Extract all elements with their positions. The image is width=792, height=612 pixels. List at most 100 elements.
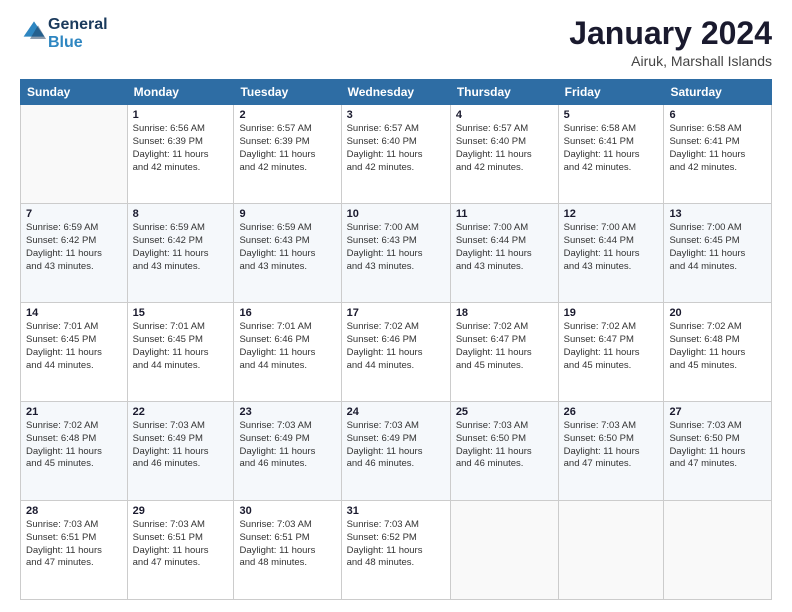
day-number: 15 [133,307,229,319]
day-cell: 12 Sunrise: 7:00 AMSunset: 6:44 PMDayligh… [558,204,664,303]
week-row-0: 1 Sunrise: 6:56 AMSunset: 6:39 PMDaylight… [21,105,772,204]
day-number: 30 [239,505,335,517]
day-cell [21,105,128,204]
day-detail: Sunrise: 6:57 AMSunset: 6:40 PMDaylight:… [456,123,553,174]
day-cell: 13 Sunrise: 7:00 AMSunset: 6:45 PMDayligh… [664,204,772,303]
day-number: 28 [26,505,122,517]
day-cell: 17Sunrise: 7:02 AMSunset: 6:46 PMDayligh… [341,303,450,402]
day-cell: 29Sunrise: 7:03 AMSunset: 6:51 PMDayligh… [127,501,234,600]
day-cell: 24 Sunrise: 7:03 AMSunset: 6:49 PMDayligh… [341,402,450,501]
day-cell: 2 Sunrise: 6:57 AMSunset: 6:39 PMDaylight… [234,105,341,204]
month-title: January 2024 [569,16,772,51]
calendar-body: 1 Sunrise: 6:56 AMSunset: 6:39 PMDaylight… [21,105,772,600]
day-detail: Sunrise: 7:01 AMSunset: 6:45 PMDaylight:… [26,321,122,372]
day-number: 25 [456,406,553,418]
day-number: 11 [456,208,553,220]
day-cell [558,501,664,600]
day-cell: 20Sunrise: 7:02 AMSunset: 6:48 PMDayligh… [664,303,772,402]
column-header-wednesday: Wednesday [341,80,450,105]
day-detail: Sunrise: 7:03 AMSunset: 6:49 PMDaylight:… [347,420,445,471]
day-detail: Sunrise: 6:58 AMSunset: 6:41 PMDaylight:… [669,123,766,174]
day-cell: 10 Sunrise: 7:00 AMSunset: 6:43 PMDayligh… [341,204,450,303]
day-number: 26 [564,406,659,418]
day-cell: 15Sunrise: 7:01 AMSunset: 6:45 PMDayligh… [127,303,234,402]
day-number: 23 [239,406,335,418]
column-header-thursday: Thursday [450,80,558,105]
day-number: 27 [669,406,766,418]
day-number: 1 [133,109,229,121]
week-row-3: 21 Sunrise: 7:02 AMSunset: 6:48 PMDayligh… [21,402,772,501]
day-number: 13 [669,208,766,220]
day-cell: 18Sunrise: 7:02 AMSunset: 6:47 PMDayligh… [450,303,558,402]
week-row-2: 14 Sunrise: 7:01 AMSunset: 6:45 PMDayligh… [21,303,772,402]
day-cell: 1 Sunrise: 6:56 AMSunset: 6:39 PMDaylight… [127,105,234,204]
day-detail: Sunrise: 7:03 AMSunset: 6:49 PMDaylight:… [133,420,229,471]
day-cell: 28Sunrise: 7:03 AMSunset: 6:51 PMDayligh… [21,501,128,600]
day-number: 19 [564,307,659,319]
day-detail: Sunrise: 7:02 AMSunset: 6:48 PMDaylight:… [26,420,122,471]
day-detail: Sunrise: 7:00 AMSunset: 6:44 PMDaylight:… [564,222,659,273]
day-number: 8 [133,208,229,220]
day-detail: Sunrise: 7:03 AMSunset: 6:49 PMDaylight:… [239,420,335,471]
day-number: 16 [239,307,335,319]
day-detail: Sunrise: 6:57 AMSunset: 6:40 PMDaylight:… [347,123,445,174]
day-number: 22 [133,406,229,418]
day-detail: Sunrise: 7:03 AMSunset: 6:51 PMDaylight:… [239,519,335,570]
day-detail: Sunrise: 6:59 AMSunset: 6:43 PMDaylight:… [239,222,335,273]
header: General Blue January 2024 Airuk, Marshal… [20,16,772,69]
day-cell: 9Sunrise: 6:59 AMSunset: 6:43 PMDaylight… [234,204,341,303]
day-cell: 6 Sunrise: 6:58 AMSunset: 6:41 PMDaylight… [664,105,772,204]
day-detail: Sunrise: 7:03 AMSunset: 6:50 PMDaylight:… [564,420,659,471]
day-detail: Sunrise: 7:02 AMSunset: 6:47 PMDaylight:… [564,321,659,372]
day-number: 7 [26,208,122,220]
column-header-monday: Monday [127,80,234,105]
day-number: 6 [669,109,766,121]
day-cell: 27 Sunrise: 7:03 AMSunset: 6:50 PMDayligh… [664,402,772,501]
day-cell: 11Sunrise: 7:00 AMSunset: 6:44 PMDayligh… [450,204,558,303]
day-cell [450,501,558,600]
day-cell: 21 Sunrise: 7:02 AMSunset: 6:48 PMDayligh… [21,402,128,501]
day-cell: 4Sunrise: 6:57 AMSunset: 6:40 PMDaylight… [450,105,558,204]
day-detail: Sunrise: 6:58 AMSunset: 6:41 PMDaylight:… [564,123,659,174]
column-header-tuesday: Tuesday [234,80,341,105]
day-detail: Sunrise: 7:00 AMSunset: 6:45 PMDaylight:… [669,222,766,273]
day-cell: 8Sunrise: 6:59 AMSunset: 6:42 PMDaylight… [127,204,234,303]
day-number: 31 [347,505,445,517]
logo: General Blue [20,16,108,51]
day-cell: 23 Sunrise: 7:03 AMSunset: 6:49 PMDayligh… [234,402,341,501]
day-cell: 14 Sunrise: 7:01 AMSunset: 6:45 PMDayligh… [21,303,128,402]
calendar-header-row: SundayMondayTuesdayWednesdayThursdayFrid… [21,80,772,105]
day-number: 24 [347,406,445,418]
day-cell: 3 Sunrise: 6:57 AMSunset: 6:40 PMDaylight… [341,105,450,204]
week-row-1: 7 Sunrise: 6:59 AMSunset: 6:42 PMDaylight… [21,204,772,303]
day-detail: Sunrise: 7:03 AMSunset: 6:50 PMDaylight:… [669,420,766,471]
column-header-friday: Friday [558,80,664,105]
day-detail: Sunrise: 7:03 AMSunset: 6:52 PMDaylight:… [347,519,445,570]
day-detail: Sunrise: 6:57 AMSunset: 6:39 PMDaylight:… [239,123,335,174]
day-cell: 25 Sunrise: 7:03 AMSunset: 6:50 PMDayligh… [450,402,558,501]
day-cell: 19 Sunrise: 7:02 AMSunset: 6:47 PMDayligh… [558,303,664,402]
column-header-saturday: Saturday [664,80,772,105]
day-detail: Sunrise: 6:56 AMSunset: 6:39 PMDaylight:… [133,123,229,174]
week-row-4: 28 Sunrise: 7:03 AMSunset: 6:51 PMDayligh… [21,501,772,600]
day-detail: Sunrise: 6:59 AMSunset: 6:42 PMDaylight:… [26,222,122,273]
day-number: 29 [133,505,229,517]
day-number: 14 [26,307,122,319]
logo-icon [22,19,46,43]
day-number: 5 [564,109,659,121]
column-header-sunday: Sunday [21,80,128,105]
day-number: 2 [239,109,335,121]
day-cell: 7 Sunrise: 6:59 AMSunset: 6:42 PMDaylight… [21,204,128,303]
day-detail: Sunrise: 7:00 AMSunset: 6:43 PMDaylight:… [347,222,445,273]
day-number: 18 [456,307,553,319]
day-cell: 26 Sunrise: 7:03 AMSunset: 6:50 PMDayligh… [558,402,664,501]
day-number: 21 [26,406,122,418]
logo-line2: Blue [48,34,108,52]
day-number: 12 [564,208,659,220]
day-number: 10 [347,208,445,220]
day-number: 20 [669,307,766,319]
location: Airuk, Marshall Islands [569,53,772,69]
calendar-table: SundayMondayTuesdayWednesdayThursdayFrid… [20,79,772,600]
day-number: 3 [347,109,445,121]
day-detail: Sunrise: 7:03 AMSunset: 6:50 PMDaylight:… [456,420,553,471]
